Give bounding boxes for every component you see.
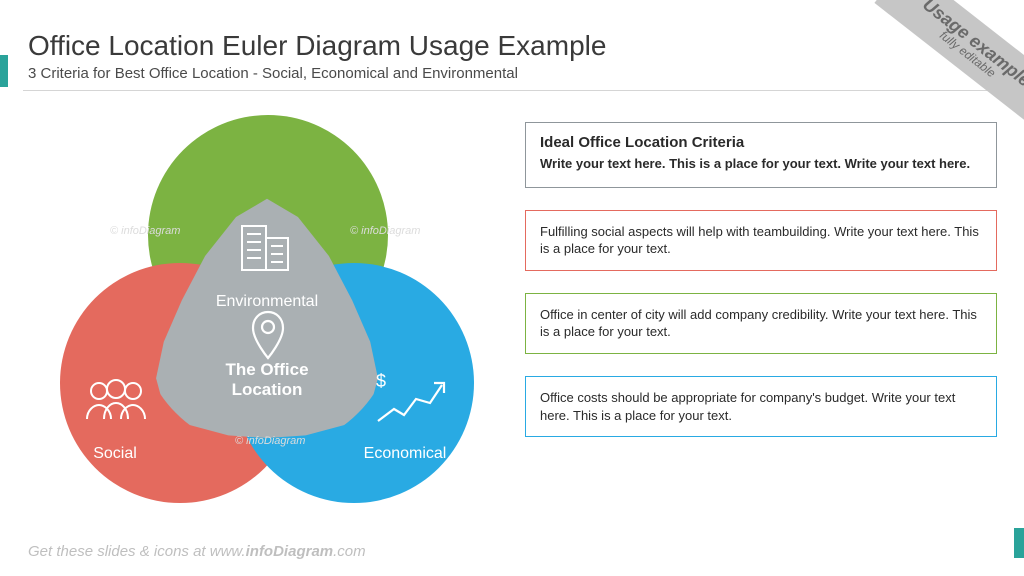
footer-post: .com xyxy=(333,543,366,560)
footer: Get these slides & icons at www.infoDiag… xyxy=(28,543,366,560)
label-social: Social xyxy=(40,445,190,463)
box-economical[interactable]: Office costs should be appropriate for c… xyxy=(525,376,997,437)
header: Office Location Euler Diagram Usage Exam… xyxy=(0,0,1024,82)
watermark: © infoDiagram xyxy=(235,435,305,447)
watermark: © infoDiagram xyxy=(110,225,180,237)
page-title: Office Location Euler Diagram Usage Exam… xyxy=(28,30,996,62)
accent-left xyxy=(0,55,8,87)
label-economical: Economical xyxy=(330,445,480,463)
watermark: © infoDiagram xyxy=(350,225,420,237)
label-center: The Office Location xyxy=(192,360,342,399)
accent-right xyxy=(1014,528,1024,558)
text-boxes: Ideal Office Location Criteria Write you… xyxy=(525,122,997,459)
euler-diagram: © infoDiagram © infoDiagram © infoDiagra… xyxy=(20,115,510,535)
pin-icon xyxy=(248,310,288,365)
page-subtitle: 3 Criteria for Best Office Location - So… xyxy=(28,65,996,82)
growth-chart-icon: $ xyxy=(372,373,452,438)
label-environmental: Environmental xyxy=(192,293,342,311)
box-main-sub: Write your text here. This is a place fo… xyxy=(540,155,982,173)
box-main[interactable]: Ideal Office Location Criteria Write you… xyxy=(525,122,997,188)
divider xyxy=(23,90,1001,91)
svg-text:$: $ xyxy=(376,373,386,391)
box-social[interactable]: Fulfilling social aspects will help with… xyxy=(525,210,997,271)
content: © infoDiagram © infoDiagram © infoDiagra… xyxy=(0,110,1024,530)
box-main-title: Ideal Office Location Criteria xyxy=(540,133,982,153)
box-environment[interactable]: Office in center of city will add compan… xyxy=(525,293,997,354)
people-icon xyxy=(81,375,151,436)
footer-brand: infoDiagram xyxy=(246,543,334,560)
footer-pre: Get these slides & icons at www. xyxy=(28,543,246,560)
building-icon xyxy=(232,210,302,285)
